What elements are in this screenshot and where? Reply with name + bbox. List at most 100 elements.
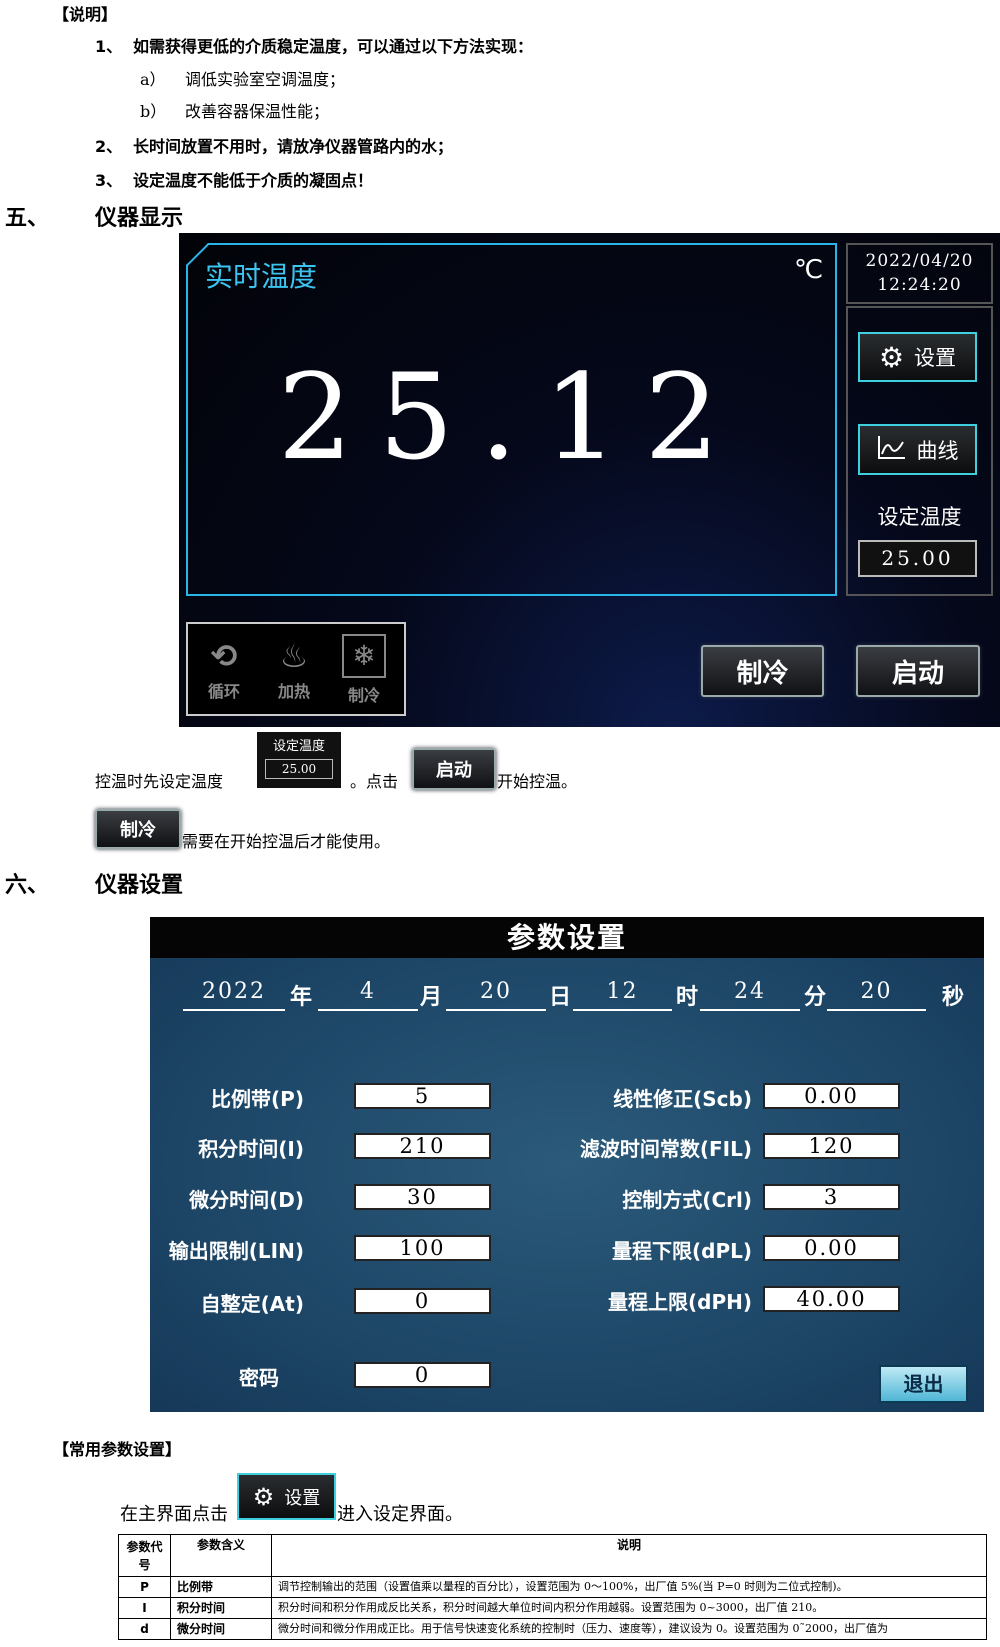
- note-num: b）: [140, 102, 167, 121]
- set-temp-label: 设定温度: [877, 505, 962, 529]
- month-field[interactable]: 4: [318, 979, 418, 1011]
- param-d-input[interactable]: 30: [354, 1184, 491, 1210]
- mini-label: 设定温度: [272, 739, 325, 754]
- settings-screen: 参数设置 2022 年 4 月 20 日 12 时 24 分 20 秒 比例带(…: [150, 917, 984, 1412]
- common-heading: 【常用参数设置】: [53, 1440, 182, 1459]
- table-row: P 比例带 调节控制输出的范围（设置值乘以量程的百分比），设置范围为 0～100%，…: [118, 1576, 987, 1598]
- instrument-display: 实时温度 ℃ 25.12 2022/04/20 12:24:20 ⚙ 设置 曲线 …: [179, 233, 1000, 727]
- param-label: 控制方式(Crl): [622, 1188, 752, 1212]
- cell-code: d: [118, 1618, 171, 1640]
- settings-button[interactable]: ⚙ 设置: [858, 332, 977, 382]
- section6-title: 仪器设置: [95, 873, 184, 898]
- section6-num: 六、: [5, 873, 50, 898]
- minute-field[interactable]: 24: [700, 979, 800, 1011]
- table-row: d 微分时间 微分时间和微分作用成正比。用于信号快速变化系统的控制时（压力、速度等）…: [118, 1618, 987, 1640]
- password-input[interactable]: 0: [354, 1362, 491, 1388]
- mini-settings-label: 设置: [284, 1487, 321, 1509]
- note-text: 设定温度不能低于介质的凝固点！: [133, 171, 374, 190]
- password-label: 密码: [239, 1366, 279, 1390]
- gear-icon: ⚙: [252, 1482, 275, 1511]
- mini-value: 25.00: [265, 759, 333, 779]
- exit-button[interactable]: 退出: [879, 1365, 968, 1403]
- section5-title: 仪器显示: [95, 206, 184, 231]
- note-num: 2、: [95, 137, 123, 156]
- mini-settings-button: ⚙ 设置: [237, 1473, 336, 1520]
- temperature-value: 25.12: [277, 348, 746, 486]
- note-text: 如需获得更低的介质稳定温度，可以通过以下方法实现：: [133, 37, 534, 56]
- second-field[interactable]: 20: [827, 979, 926, 1011]
- table-row: I 积分时间 积分时间和积分作用成反比关系，积分时间越大单位时间内积分作用越弱。设置…: [118, 1597, 987, 1619]
- param-label: 微分时间(D): [189, 1188, 304, 1212]
- second-unit: 秒: [942, 985, 965, 1010]
- note-text: 长时间放置不用时，请放净仪器管路内的水；: [133, 137, 454, 156]
- date-text: 2022/04/20: [865, 251, 974, 271]
- minute-unit: 分: [804, 985, 827, 1010]
- note-text: 改善容器保温性能；: [185, 102, 330, 121]
- param-p-input[interactable]: 5: [354, 1083, 491, 1109]
- cell-name: 比例带: [170, 1576, 272, 1598]
- settings-title: 参数设置: [150, 917, 984, 958]
- common-text: 在主界面点击: [120, 1504, 228, 1525]
- status-label: 制冷: [347, 686, 380, 705]
- cool-button[interactable]: 制冷: [701, 645, 824, 697]
- settings-label: 设置: [914, 346, 957, 370]
- param-label: 输出限制(LIN): [168, 1239, 304, 1263]
- notes-heading: 【说明】: [53, 5, 118, 24]
- heat-waves-icon: ♨: [279, 637, 309, 675]
- note-text: 调低实验室空调温度；: [185, 70, 346, 89]
- param-at-input[interactable]: 0: [354, 1288, 491, 1314]
- common-text: 进入设定界面。: [337, 1504, 463, 1525]
- status-label: 加热: [277, 682, 310, 701]
- status-cooling: ❄ 制冷: [338, 634, 390, 706]
- curve-button[interactable]: 曲线: [858, 424, 977, 475]
- param-label: 比例带(P): [211, 1087, 304, 1111]
- set-temp-input[interactable]: 25.00: [858, 540, 977, 577]
- status-circulation: ⟲ 循环: [198, 634, 250, 702]
- realtime-title: 实时温度: [205, 260, 318, 293]
- param-crl-input[interactable]: 3: [763, 1184, 900, 1210]
- datetime-box: 2022/04/20 12:24:20: [846, 243, 993, 304]
- hour-unit: 时: [676, 985, 699, 1010]
- day-field[interactable]: 20: [446, 979, 546, 1011]
- instr-text: 需要在开始控温后才能使用。: [182, 832, 391, 851]
- instr-text: 。点击: [350, 772, 399, 791]
- curve-label: 曲线: [916, 438, 959, 463]
- param-lin-input[interactable]: 100: [354, 1235, 491, 1261]
- cell-desc: 微分时间和微分作用成正比。用于信号快速变化系统的控制时（压力、速度等），建议设为…: [271, 1618, 987, 1640]
- note-num: 3、: [95, 171, 123, 190]
- note-num: a）: [140, 70, 166, 89]
- param-table: 参数代号 参数含义 说明 P 比例带 调节控制输出的范围（设置值乘以量程的百分比），…: [118, 1534, 987, 1640]
- cell-name: 微分时间: [170, 1618, 272, 1640]
- param-dph-input[interactable]: 40.00: [763, 1286, 900, 1312]
- month-unit: 月: [420, 985, 443, 1010]
- mini-start-button: 启动: [412, 748, 496, 790]
- gear-icon: ⚙: [878, 340, 905, 374]
- status-label: 循环: [207, 682, 240, 701]
- section5-num: 五、: [5, 206, 50, 231]
- param-label: 自整定(At): [200, 1292, 304, 1316]
- status-heating: ♨ 加热: [268, 634, 320, 702]
- circulation-icon: ⟲: [210, 637, 238, 675]
- day-unit: 日: [549, 985, 572, 1010]
- param-fil-input[interactable]: 120: [763, 1133, 900, 1159]
- cell-code: P: [118, 1576, 171, 1598]
- param-label: 线性修正(Scb): [613, 1087, 752, 1111]
- year-unit: 年: [290, 985, 313, 1010]
- time-text: 12:24:20: [877, 275, 962, 295]
- param-i-input[interactable]: 210: [354, 1133, 491, 1159]
- chart-line-icon: [877, 434, 907, 465]
- unit-celsius: ℃: [794, 255, 824, 285]
- year-field[interactable]: 2022: [183, 979, 285, 1011]
- mini-set-temp: 设定温度 25.00: [257, 732, 341, 788]
- snowflake-icon: ❄: [342, 634, 386, 678]
- start-button[interactable]: 启动: [856, 645, 980, 697]
- param-label: 积分时间(I): [198, 1137, 304, 1161]
- cell-code: I: [118, 1597, 171, 1619]
- param-dpl-input[interactable]: 0.00: [763, 1235, 900, 1261]
- cell-name: 积分时间: [170, 1597, 272, 1619]
- param-scb-input[interactable]: 0.00: [763, 1083, 900, 1109]
- hour-field[interactable]: 12: [573, 979, 672, 1011]
- header-desc: 说明: [271, 1534, 987, 1577]
- header-code: 参数代号: [118, 1534, 171, 1577]
- mini-cool-button: 制冷: [95, 809, 181, 849]
